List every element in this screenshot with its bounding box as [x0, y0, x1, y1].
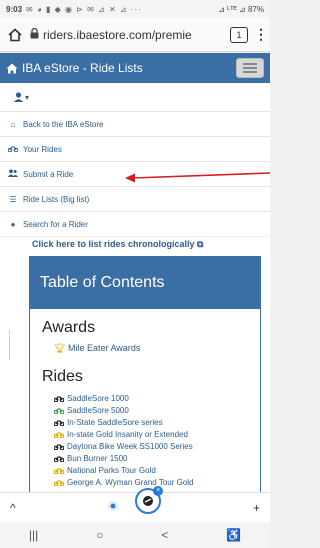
ride-link[interactable]: National Parks Tour Gold — [42, 464, 248, 476]
ride-link[interactable]: SaddleSore 5000 — [42, 404, 248, 416]
motorcycle-icon — [54, 407, 64, 414]
ride-label: Bun Burner 1500 — [67, 453, 128, 463]
ride-label: In-state Gold Insanity or Extended — [67, 429, 188, 439]
recents-button[interactable]: ||| — [29, 528, 38, 542]
motorcycle-icon — [54, 443, 64, 450]
ride-label: SaddleSore 5000 — [67, 405, 129, 415]
ride-link[interactable]: George A. Wyman Grand Tour Gold — [42, 476, 248, 488]
brand-label: IBA eStore - Ride Lists — [22, 61, 143, 75]
award-label: Mile Eater Awards — [67, 343, 141, 353]
status-right: ⊿ ᴸᵀᴱ ⊿ 87% — [218, 5, 264, 14]
home-icon[interactable] — [6, 26, 24, 44]
tab-switcher-button[interactable]: 1 — [230, 26, 248, 43]
list-icon: ☰ — [9, 194, 17, 204]
browser-url-bar: riders.ibaestore.com/premie 1 ⋮ — [0, 18, 270, 52]
status-bar: 9:03 ✉ ◕ ▮ ◆ ◉ ⊳ ✉ ⊿ ✕ ⊿ ··· ⊿ ᴸᵀᴱ ⊿ 87% — [0, 0, 270, 18]
motorcycle-icon — [54, 431, 64, 438]
ride-link[interactable]: Bun Burner 1500 — [42, 452, 248, 464]
menu-item-label: Search for a Rider — [23, 219, 88, 229]
system-navigation-bar: ||| ○ < ♿ — [0, 522, 270, 548]
motorcycle-icon — [54, 467, 64, 474]
accessibility-icon[interactable]: ♿ — [226, 528, 241, 542]
ride-label: Daytona Bike Week SS1000 Series — [67, 441, 193, 451]
users-icon — [8, 169, 18, 179]
status-time: 9:03 — [6, 4, 23, 14]
ride-link[interactable]: In-state Gold Insanity or Extended — [42, 428, 248, 440]
menu-item-label: Ride Lists (Big list) — [23, 194, 90, 204]
ride-link[interactable]: SaddleSore 1000 — [42, 392, 248, 404]
award-link[interactable]: 🏆︎ Mile Eater Awards — [42, 343, 248, 354]
browser-bottom-toolbar: ^ × + — [0, 485, 270, 522]
browser-menu-icon[interactable]: ⋮ — [254, 26, 268, 43]
rides-list: SaddleSore 1000 SaddleSore 5000 In-State S… — [42, 392, 248, 488]
close-badge: × — [153, 485, 164, 496]
menu-item-ride-lists[interactable]: ☰ Ride Lists (Big list) — [0, 186, 270, 211]
table-of-contents: Table of Contents Awards 🏆︎ Mile Eater A… — [29, 256, 261, 492]
dropdown-caret: ▾ — [25, 92, 30, 102]
ride-label: National Parks Tour Gold — [67, 465, 156, 475]
annotation-arrow — [125, 172, 270, 183]
home-button[interactable]: ○ — [96, 528, 103, 542]
user-circle-icon: ● — [10, 219, 16, 229]
chronological-list-link[interactable]: Click here to list rides chronologically… — [32, 239, 262, 249]
divider — [9, 330, 10, 360]
lock-icon — [30, 27, 39, 42]
incognito-icon — [143, 495, 154, 506]
url-field[interactable]: riders.ibaestore.com/premie — [30, 24, 224, 46]
notification-icons: ✉ ◕ ▮ ◆ ◉ ⊳ ✉ ⊿ ✕ ⊿ ··· — [26, 4, 142, 14]
back-button[interactable]: < — [161, 528, 168, 542]
rides-heading: Rides — [42, 368, 83, 385]
user-icon — [14, 92, 23, 102]
ride-label: George A. Wyman Grand Tour Gold — [67, 477, 194, 487]
motorcycle-icon — [54, 455, 64, 462]
ride-label: In-State SaddleSore series — [67, 417, 163, 427]
motorcycle-icon — [54, 479, 64, 486]
new-tab-icon[interactable]: + — [253, 501, 260, 515]
battery-level: 87% — [247, 4, 264, 14]
menu-item-back-to-estore[interactable]: ⌂ Back to the IBA eStore — [0, 111, 270, 136]
url-text: riders.ibaestore.com/premie — [43, 27, 192, 42]
ride-link[interactable]: In-State SaddleSore series — [42, 416, 248, 428]
hamburger-menu-button[interactable] — [236, 58, 264, 78]
navbar-brand[interactable]: IBA eStore - Ride Lists — [6, 61, 236, 75]
motorcycle-icon — [54, 395, 64, 402]
user-dropdown[interactable]: ▾ — [0, 83, 270, 111]
menu-item-label: Submit a Ride — [23, 169, 74, 179]
toc-title: Table of Contents — [30, 257, 260, 309]
ride-label: SaddleSore 1000 — [67, 393, 129, 403]
scroll-up-icon[interactable]: ^ — [10, 501, 16, 515]
menu-item-search-rider[interactable]: ● Search for a Rider — [0, 211, 270, 236]
tab-overview-button[interactable]: × — [135, 485, 164, 514]
extension-icon[interactable] — [107, 500, 119, 515]
signal-icon: ⊿ ᴸᵀᴱ ⊿ — [218, 4, 246, 14]
home-icon: ⌂ — [10, 119, 16, 129]
site-navbar: IBA eStore - Ride Lists — [0, 53, 270, 83]
menu-item-label: Back to the IBA eStore — [23, 119, 104, 129]
trophy-icon: 🏆︎ — [54, 343, 66, 353]
motorcycle-icon — [54, 419, 64, 426]
menu-item-your-rides[interactable]: Your Rides — [0, 136, 270, 161]
menu-item-label: Your Rides — [23, 144, 62, 154]
awards-heading: Awards — [42, 319, 96, 336]
home-icon — [6, 63, 18, 73]
motorcycle-icon — [7, 145, 19, 154]
ride-link[interactable]: Daytona Bike Week SS1000 Series — [42, 440, 248, 452]
